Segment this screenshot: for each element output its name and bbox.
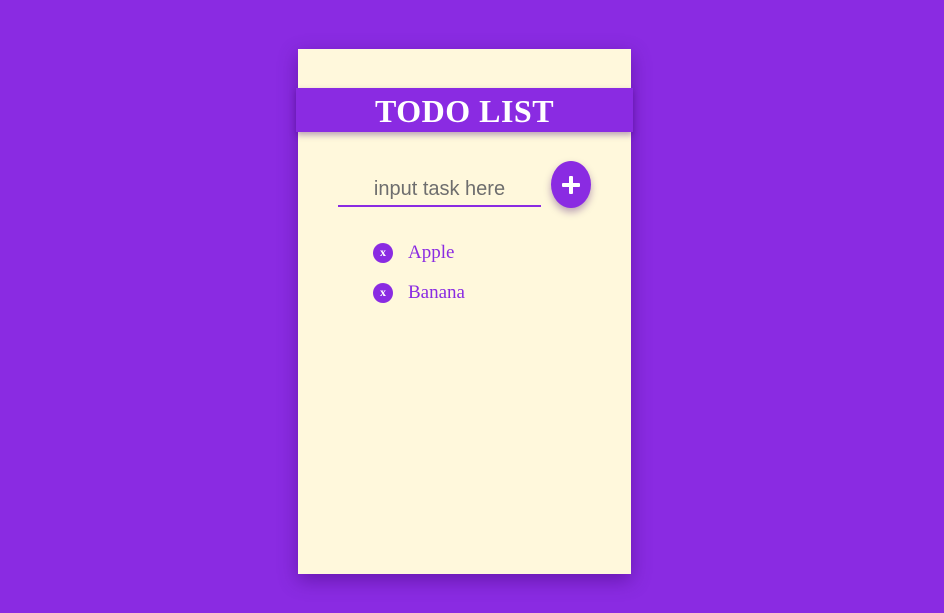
app-title: TODO LIST: [374, 93, 555, 129]
todo-item-text: Apple: [408, 242, 455, 263]
delete-item-button[interactable]: x: [373, 283, 393, 303]
delete-item-button[interactable]: x: [373, 243, 393, 263]
plus-icon-stroke: [569, 176, 573, 194]
add-task-button[interactable]: [551, 161, 591, 208]
todo-item-text: Banana: [408, 282, 465, 303]
todo-list: x Apple x Banana: [373, 233, 465, 313]
header-bar: TODO LIST: [296, 88, 633, 132]
todo-card: TODO LIST x Apple x Banana: [296, 49, 633, 574]
task-input[interactable]: [338, 173, 541, 207]
todo-item: x Banana: [373, 273, 465, 313]
todo-item: x Apple: [373, 233, 465, 273]
